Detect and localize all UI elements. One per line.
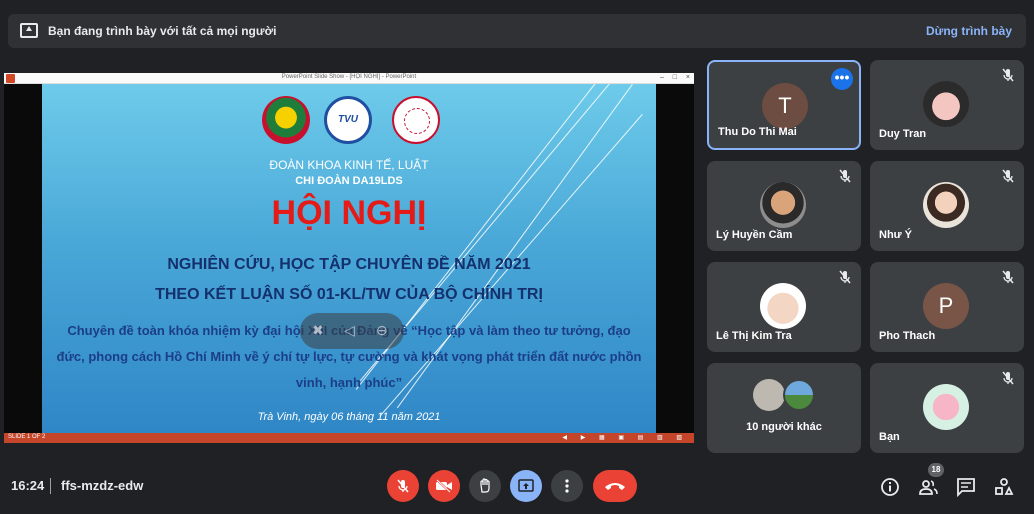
participant-tile[interactable]: Như Ý	[870, 161, 1024, 251]
slide: ĐOÀN KHOA KINH TẾ, LUẬT CHI ĐOÀN DA19LDS…	[42, 84, 656, 433]
slide-headline: HỘI NGHỊ	[271, 194, 427, 232]
remove-icon[interactable]: ⊖	[376, 322, 388, 339]
slide-organization: ĐOÀN KHOA KINH TẾ, LUẬT	[269, 158, 429, 172]
others-count: 10 người khác	[746, 421, 822, 433]
raise-hand-button[interactable]	[469, 470, 501, 502]
participant-tile[interactable]: Lê Thị Kim Tra	[707, 262, 861, 352]
letterbox-left	[4, 84, 42, 433]
more-options-button[interactable]	[551, 470, 583, 502]
mic-off-icon	[397, 479, 409, 493]
chat-button[interactable]	[955, 476, 977, 498]
people-count-badge: 18	[928, 463, 944, 477]
mute-tile-icon[interactable]: ◁	[344, 322, 355, 339]
camera-off-icon	[436, 479, 452, 493]
camera-toggle-button[interactable]	[428, 470, 460, 502]
meeting-code: ffs-mzdz-edw	[61, 478, 144, 493]
clock: 16:24	[11, 478, 45, 493]
self-tile[interactable]: Bạn	[870, 363, 1024, 453]
slide-date: Trà Vinh, ngày 06 tháng 11 năm 2021	[257, 411, 441, 423]
participant-name: Pho Thach	[879, 330, 936, 342]
pinned-overlay-controls: ✖ ◁ ⊖	[300, 313, 404, 349]
people-button[interactable]	[917, 476, 939, 498]
faculty-union-logo	[392, 96, 440, 144]
mic-off-icon	[1000, 370, 1016, 386]
avatar: P	[923, 283, 969, 329]
slide-line-1: NGHIÊN CỨU, HỌC TẬP CHUYÊN ĐỀ NĂM 2021	[167, 256, 531, 273]
letterbox-right	[656, 84, 694, 433]
activities-button[interactable]	[993, 476, 1015, 498]
present-screen-icon	[20, 23, 38, 38]
presenting-banner: Bạn đang trình bày với tất cả mọi người …	[8, 14, 1026, 48]
chat-icon	[957, 478, 975, 498]
activities-icon	[995, 478, 1014, 495]
ppt-statusbar: SLIDE 1 OF 2 ◀ ▶ ▦ ▣ ▤ ▥ ▧	[4, 433, 694, 443]
presentation-view: PowerPoint Slide Show - [HỘI NGHỊ] - Pow…	[4, 73, 694, 443]
meeting-details-button[interactable]	[879, 476, 901, 498]
divider	[50, 478, 51, 494]
avatar	[753, 379, 785, 411]
mic-off-icon	[1000, 168, 1016, 184]
slide-nav-icons[interactable]: ◀ ▶ ▦ ▣ ▤ ▥ ▧	[562, 434, 688, 441]
participant-tile[interactable]: Lý Huyền Cầm	[707, 161, 861, 251]
present-now-button[interactable]	[510, 470, 542, 502]
hang-up-icon	[605, 483, 625, 490]
more-options-icon[interactable]: •••	[831, 68, 853, 90]
slide-chi-doan: CHI ĐOÀN DA19LDS	[295, 175, 403, 187]
avatar: T	[762, 83, 808, 129]
youth-union-logo	[262, 96, 310, 144]
avatar	[923, 182, 969, 228]
mic-off-icon	[837, 168, 853, 184]
stop-presenting-button[interactable]: Dừng trình bày	[926, 24, 1012, 38]
more-vert-icon	[565, 479, 569, 493]
participant-name: Bạn	[879, 431, 900, 443]
participant-name: Lê Thị Kim Tra	[716, 330, 792, 342]
avatar	[760, 283, 806, 329]
presenting-status-text: Bạn đang trình bày với tất cả mọi người	[48, 24, 277, 38]
others-tile[interactable]: 10 người khác	[707, 363, 861, 453]
hand-icon	[480, 478, 490, 493]
close-icon[interactable]: ×	[686, 74, 690, 81]
powerpoint-titlebar: PowerPoint Slide Show - [HỘI NGHỊ] - Pow…	[4, 73, 694, 84]
participant-tile[interactable]: T ••• Thu Do Thi Mai	[707, 60, 861, 150]
powerpoint-window-title: PowerPoint Slide Show - [HỘI NGHỊ] - Pow…	[281, 74, 417, 80]
avatar	[923, 81, 969, 127]
participant-name: Thu Do Thi Mai	[718, 126, 797, 138]
avatar	[923, 384, 969, 430]
participant-name: Lý Huyền Cầm	[716, 229, 793, 241]
participant-tile[interactable]: P Pho Thach	[870, 262, 1024, 352]
mic-off-icon	[1000, 269, 1016, 285]
people-icon	[919, 480, 938, 495]
slide-indicator: SLIDE 1 OF 2	[8, 434, 46, 440]
slide-line-2: THEO KẾT LUẬN SỐ 01-KL/TW CỦA BỘ CHÍNH T…	[155, 286, 543, 303]
info-icon	[881, 478, 899, 496]
avatar	[760, 182, 806, 228]
participant-name: Duy Tran	[879, 128, 927, 140]
pin-icon[interactable]: ✖	[312, 322, 324, 339]
mic-off-icon	[1000, 67, 1016, 83]
minimize-icon[interactable]: –	[660, 74, 664, 81]
participant-name: Như Ý	[879, 229, 913, 241]
leave-call-button[interactable]	[593, 470, 637, 502]
avatar	[783, 379, 815, 411]
mic-off-icon	[837, 269, 853, 285]
microphone-toggle-button[interactable]	[387, 470, 419, 502]
participant-tile[interactable]: Duy Tran	[870, 60, 1024, 150]
tvu-logo	[324, 96, 372, 144]
present-screen-icon	[518, 479, 534, 492]
maximize-icon[interactable]: □	[673, 74, 677, 81]
